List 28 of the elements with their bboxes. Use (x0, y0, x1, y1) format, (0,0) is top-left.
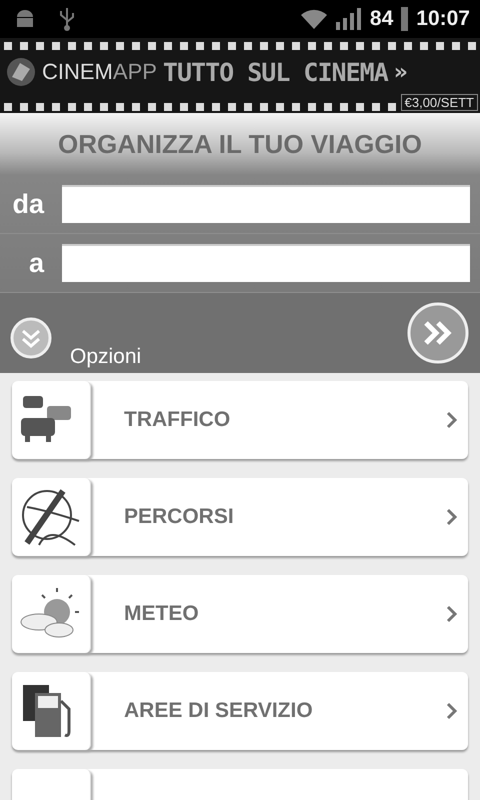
menu-item[interactable]: TRAFFICO (12, 381, 468, 459)
menu-item[interactable]: METEO (12, 575, 468, 653)
clock: 10:07 (416, 7, 470, 31)
chevron-icon (446, 702, 458, 720)
expand-options-button[interactable] (10, 317, 52, 359)
ad-headline: TUTTO SUL CINEMA (162, 58, 388, 86)
chevron-icon (446, 605, 458, 623)
chevron-icon (446, 411, 458, 429)
brand-name: CINEMAPP (42, 59, 157, 85)
chevron-icon (446, 508, 458, 526)
to-field[interactable] (62, 244, 470, 282)
battery-percent: 84 (370, 7, 394, 31)
menu-item[interactable]: AREE DI SERVIZIO (12, 672, 468, 750)
form-title: ORGANIZZA IL TUO VIAGGIO (57, 128, 423, 160)
ad-banner[interactable]: CINEMAPP TUTTO SUL CINEMA » €3,00/SETT (0, 38, 480, 113)
go-button[interactable] (406, 301, 470, 365)
from-label: da (11, 188, 44, 220)
ad-price: €3,00/SETT (400, 94, 478, 111)
wifi-icon (300, 8, 328, 30)
battery-icon (401, 7, 408, 31)
usb-icon (58, 6, 76, 32)
signal-icon (336, 8, 362, 30)
ad-arrow: » (394, 60, 408, 84)
options-label: Opzioni (70, 345, 142, 370)
from-field[interactable] (62, 185, 470, 223)
logo-icon (6, 57, 36, 87)
menu-item[interactable]: PERCORSI (12, 478, 468, 556)
to-label: a (28, 248, 44, 278)
